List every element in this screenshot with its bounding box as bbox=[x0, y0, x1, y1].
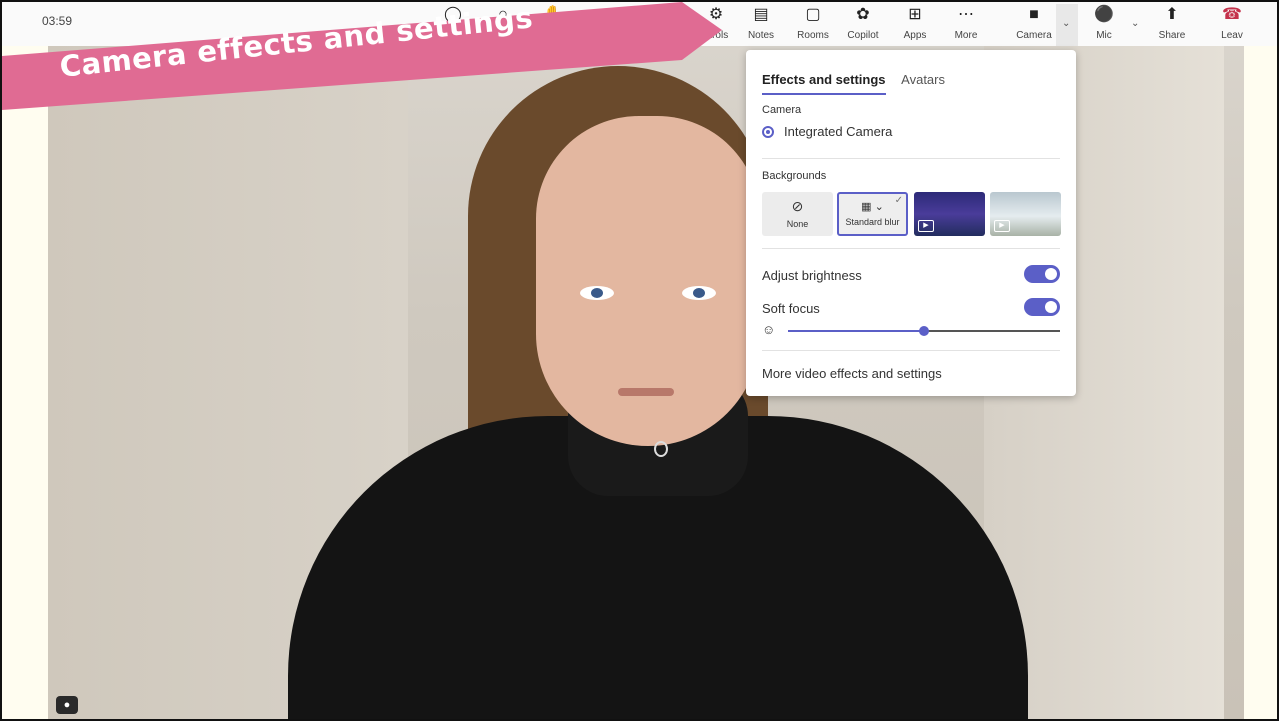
rooms-button[interactable]: ▢ Rooms bbox=[785, 4, 841, 46]
more-icon: ⋯ bbox=[958, 6, 974, 23]
background-none-label: None bbox=[786, 219, 809, 229]
soft-focus-slider: ☺ bbox=[762, 322, 1060, 338]
soft-focus-toggle[interactable] bbox=[1024, 298, 1060, 316]
share-label: Share bbox=[1158, 30, 1186, 41]
slider-thumb[interactable] bbox=[919, 326, 929, 336]
share-icon: ⬆ bbox=[1165, 6, 1179, 23]
apps-label: Apps bbox=[903, 30, 927, 41]
mic-icon: ⚫ bbox=[1094, 6, 1114, 23]
backgrounds-section-label: Backgrounds bbox=[762, 170, 827, 182]
rooms-icon: ▢ bbox=[805, 6, 821, 23]
background-space-option[interactable]: ▶ bbox=[914, 192, 985, 236]
face-retouch-icon: ☺ bbox=[762, 322, 776, 337]
notes-icon: ▤ bbox=[753, 6, 769, 23]
video-background-icon: ▶ bbox=[994, 220, 1010, 232]
apps-button[interactable]: ⊞ Apps bbox=[887, 4, 943, 46]
copilot-label: Copilot bbox=[847, 30, 879, 41]
participant-eye bbox=[682, 286, 716, 300]
copilot-icon: ✿ bbox=[856, 6, 870, 23]
more-button[interactable]: ⋯ More bbox=[938, 4, 994, 46]
background-snow-option[interactable]: ▶ bbox=[990, 192, 1061, 236]
participant-eye bbox=[580, 286, 614, 300]
camera-section-label: Camera bbox=[762, 104, 802, 116]
rooms-label: Rooms bbox=[797, 30, 829, 41]
copilot-button[interactable]: ✿ Copilot bbox=[835, 4, 891, 46]
chevron-down-icon: ⌄ bbox=[1062, 18, 1071, 29]
leave-icon: ☎ bbox=[1222, 6, 1242, 23]
tab-avatars[interactable]: Avatars bbox=[901, 72, 945, 93]
radio-selected-icon[interactable] bbox=[762, 125, 774, 138]
background-blur-option[interactable]: ✓ ▦ ⌄ Standard blur bbox=[837, 192, 908, 236]
panel-tabs: Effects and settings Avatars bbox=[762, 72, 957, 95]
speaker-indicator-icon: ● bbox=[56, 696, 78, 714]
no-background-icon: ⊘ bbox=[791, 198, 804, 214]
participant-face bbox=[536, 116, 760, 446]
mic-options-button[interactable]: ⌄ bbox=[1126, 4, 1146, 46]
participant-mouth bbox=[618, 388, 674, 396]
camera-device-option[interactable]: Integrated Camera bbox=[762, 124, 892, 139]
divider bbox=[762, 248, 1060, 249]
tab-effects-and-settings[interactable]: Effects and settings bbox=[762, 72, 886, 95]
chevron-down-icon: ⌄ bbox=[1131, 18, 1140, 29]
background-none-option[interactable]: ⊘ None bbox=[762, 192, 833, 236]
divider bbox=[762, 350, 1060, 351]
slider-fill bbox=[788, 330, 924, 332]
leave-button[interactable]: ☎ Leav bbox=[1212, 4, 1252, 46]
notes-label: Notes bbox=[747, 30, 775, 41]
mic-button[interactable]: ⚫ Mic bbox=[1076, 4, 1132, 46]
divider bbox=[762, 158, 1060, 159]
slider-track[interactable] bbox=[788, 326, 1060, 336]
soft-focus-row: Soft focus bbox=[762, 298, 1060, 316]
camera-button[interactable]: ■ Camera bbox=[1006, 4, 1062, 46]
checkmark-icon: ✓ bbox=[894, 195, 903, 206]
shirt-logo bbox=[654, 441, 668, 457]
mic-label: Mic bbox=[1096, 30, 1112, 41]
share-button[interactable]: ⬆ Share bbox=[1144, 4, 1200, 46]
adjust-brightness-toggle[interactable] bbox=[1024, 265, 1060, 283]
soft-focus-label: Soft focus bbox=[762, 301, 820, 316]
more-label: More bbox=[954, 30, 978, 41]
camera-device-label: Integrated Camera bbox=[784, 124, 893, 139]
more-video-effects-link[interactable]: More video effects and settings bbox=[762, 366, 942, 381]
apps-icon: ⊞ bbox=[908, 6, 922, 23]
camera-label: Camera bbox=[1016, 30, 1052, 41]
background-blur-label: Standard blur bbox=[845, 217, 900, 227]
camera-settings-panel: Effects and settings Avatars Camera Inte… bbox=[746, 50, 1076, 396]
camera-icon: ■ bbox=[1029, 6, 1039, 23]
video-background-icon: ▶ bbox=[918, 220, 934, 232]
camera-options-button[interactable]: ⌄ bbox=[1056, 4, 1078, 46]
notes-button[interactable]: ▤ Notes bbox=[733, 4, 789, 46]
adjust-brightness-row: Adjust brightness bbox=[762, 265, 1060, 283]
leave-label: Leav bbox=[1221, 30, 1243, 41]
adjust-brightness-label: Adjust brightness bbox=[762, 268, 862, 283]
